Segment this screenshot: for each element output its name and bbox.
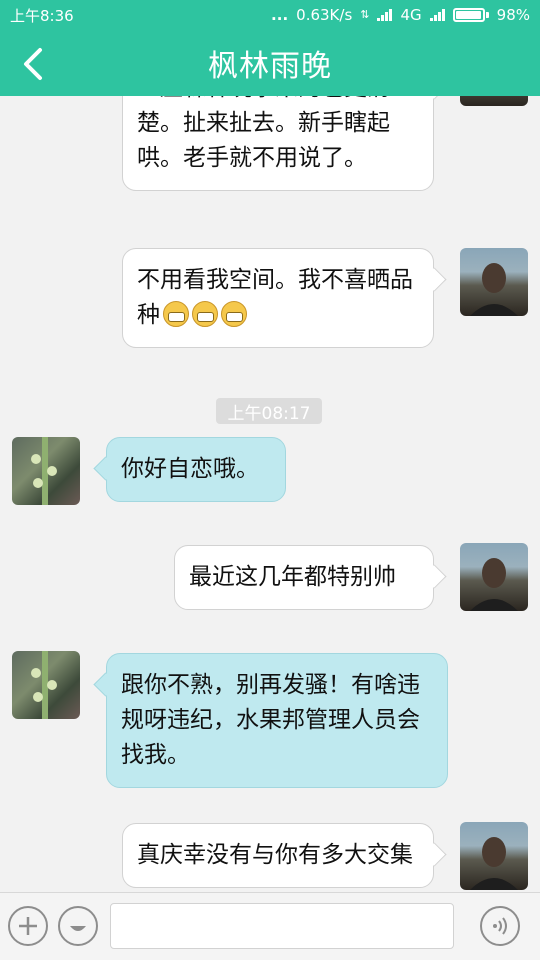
- signal-icon-2: [429, 9, 445, 21]
- signal-icon: [377, 9, 393, 21]
- emoji-icon[interactable]: [58, 906, 98, 946]
- message-input[interactable]: [110, 903, 454, 949]
- message-bubble[interactable]: 真庆幸没有与你有多大交集: [122, 823, 434, 888]
- chat-area[interactable]: 一座森林玩水果的也更清楚。扯来扯去。新手瞎起哄。老手就不用说了。 不用看我空间。…: [0, 96, 540, 892]
- status-time: 上午8:36: [10, 6, 74, 25]
- message-bubble[interactable]: 最近这几年都特别帅: [174, 545, 434, 610]
- network-speed: 0.63K/s: [296, 6, 353, 24]
- avatar-plant-image: [31, 437, 57, 505]
- message-bubble[interactable]: 不用看我空间。我不喜晒品种: [122, 248, 434, 348]
- battery-percent: 98%: [496, 6, 530, 24]
- status-bar: 上午8:36 ... 0.63K/s ⇅ 4G 98%: [0, 0, 540, 30]
- message-text: 最近这几年都特别帅: [189, 564, 396, 590]
- input-bar: [0, 892, 540, 960]
- plus-icon[interactable]: [8, 906, 48, 946]
- emoji-glyph: [70, 926, 86, 931]
- avatar[interactable]: [460, 822, 528, 890]
- message-bubble[interactable]: 你好自恋哦。: [106, 437, 286, 502]
- battery-icon: [452, 8, 489, 22]
- avatar-portrait: [470, 837, 518, 890]
- battery-fill: [455, 11, 482, 19]
- message-text: 真庆幸没有与你有多大交集: [137, 842, 413, 868]
- grin-emoji-icon: [163, 301, 189, 327]
- avatar[interactable]: [12, 437, 80, 505]
- avatar[interactable]: [460, 96, 528, 106]
- avatar[interactable]: [460, 248, 528, 316]
- avatar-portrait: [470, 263, 518, 316]
- avatar-plant-image: [31, 651, 57, 719]
- voice-glyph: [493, 917, 507, 935]
- message-bubble[interactable]: 跟你不熟，别再发骚！有啥违规呀违纪，水果邦管理人员会找我。: [106, 653, 448, 788]
- chevron-left-icon[interactable]: [14, 44, 54, 84]
- timestamp: 上午08:17: [216, 398, 322, 424]
- data-arrows-icon: ⇅: [360, 8, 370, 21]
- grin-emoji-icon: [221, 301, 247, 327]
- avatar-portrait: [470, 558, 518, 611]
- message-text: 你好自恋哦。: [121, 456, 259, 482]
- avatar[interactable]: [460, 543, 528, 611]
- grin-emoji-icon: [192, 301, 218, 327]
- status-right: ... 0.63K/s ⇅ 4G 98%: [271, 6, 530, 24]
- voice-icon[interactable]: [480, 906, 520, 946]
- message-bubble[interactable]: 一座森林玩水果的也更清楚。扯来扯去。新手瞎起哄。老手就不用说了。: [122, 96, 434, 191]
- message-text: 一座森林玩水果的也更清楚。扯来扯去。新手瞎起哄。老手就不用说了。: [137, 96, 390, 171]
- avatar[interactable]: [12, 651, 80, 719]
- status-dots: ...: [271, 6, 289, 24]
- plus-glyph: [19, 917, 37, 935]
- message-text: 跟你不熟，别再发骚！有啥违规呀违纪，水果邦管理人员会找我。: [121, 672, 420, 768]
- network-type: 4G: [400, 6, 422, 24]
- chat-title: 枫林雨晚: [208, 49, 332, 84]
- title-bar: 枫林雨晚: [0, 30, 540, 96]
